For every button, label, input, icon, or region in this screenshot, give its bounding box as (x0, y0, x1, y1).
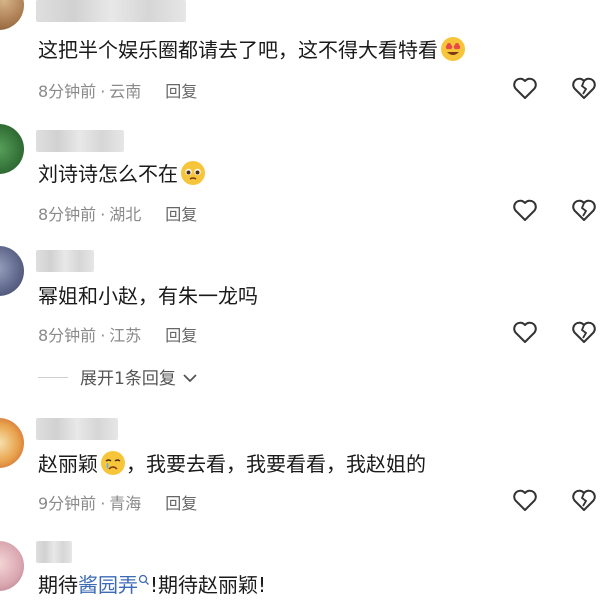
username-blurred (36, 418, 118, 440)
crying-face-emoji-icon (101, 451, 125, 475)
topic-link[interactable]: 酱园弄 (78, 573, 138, 597)
comment-item: 这把半个娱乐圈都请去了吧，这不得大看特看 8分钟前 · 云南 回复 (0, 0, 600, 115)
avatar[interactable] (0, 418, 24, 468)
meta-separator: · (100, 82, 106, 101)
comment-text: 这把半个娱乐圈都请去了吧，这不得大看特看 (38, 36, 466, 64)
comment-location: 云南 (109, 82, 142, 101)
heart-outline-icon[interactable] (511, 74, 539, 102)
broken-heart-icon[interactable] (570, 74, 598, 102)
comment-body-part-b: ，我要去看，我要看看，我赵姐的 (126, 452, 426, 476)
reply-button[interactable]: 回复 (165, 326, 197, 345)
heart-outline-icon[interactable] (511, 486, 539, 514)
comment-item: 刘诗诗怎么不在 8分钟前 · 湖北 回复 (0, 118, 600, 233)
meta-separator: · (100, 494, 106, 513)
expand-divider (38, 377, 68, 378)
broken-heart-icon[interactable] (570, 486, 598, 514)
comment-meta: 9分钟前 · 青海 回复 (38, 490, 197, 514)
username-blurred (36, 250, 94, 272)
comment-time: 8分钟前 (38, 82, 97, 101)
username-blurred (36, 541, 72, 563)
comment-text: 刘诗诗怎么不在 (38, 160, 206, 188)
comment-text: 赵丽颖 ，我要去看，我要看看，我赵姐的 (38, 450, 426, 478)
comment-time: 8分钟前 (38, 205, 97, 224)
broken-heart-icon[interactable] (570, 318, 598, 346)
comment-time: 9分钟前 (38, 494, 97, 513)
expand-replies-label: 展开1条回复 (80, 369, 176, 389)
comment-meta: 8分钟前 · 江苏 回复 (38, 322, 197, 346)
meta-separator: · (100, 205, 106, 224)
comment-time: 8分钟前 (38, 326, 97, 345)
broken-heart-icon[interactable] (570, 196, 598, 224)
reply-button[interactable]: 回复 (165, 205, 197, 224)
username-blurred (36, 130, 124, 152)
comment-body-part-a: 赵丽颖 (38, 452, 98, 476)
comment-body: 刘诗诗怎么不在 (38, 162, 178, 186)
search-icon (138, 574, 149, 585)
comment-location: 江苏 (109, 326, 142, 345)
avatar[interactable] (0, 0, 24, 30)
comment-body: 幂姐和小赵，有朱一龙吗 (38, 284, 258, 308)
chevron-down-icon (183, 374, 197, 383)
heart-outline-icon[interactable] (511, 196, 539, 224)
comment-body-part-a: 期待 (38, 573, 78, 597)
meta-separator: · (100, 326, 106, 345)
reply-button[interactable]: 回复 (165, 494, 197, 513)
heart-outline-icon[interactable] (511, 318, 539, 346)
comment-text: 幂姐和小赵，有朱一龙吗 (38, 282, 258, 310)
comment-item: 赵丽颖 ，我要去看，我要看看，我赵姐的 9分钟前 · 青海 回复 (0, 410, 600, 530)
reply-button[interactable]: 回复 (165, 82, 197, 101)
comment-text: 期待酱园弄 !期待赵丽颖! (38, 571, 266, 599)
heart-eyes-emoji-icon (441, 37, 465, 61)
username-blurred (36, 0, 186, 22)
expand-replies-button[interactable]: 展开1条回复 (38, 364, 197, 389)
avatar[interactable] (0, 541, 24, 591)
comment-location: 青海 (109, 494, 142, 513)
comment-body-part-b: !期待赵丽颖! (150, 573, 267, 597)
comment-body: 这把半个娱乐圈都请去了吧，这不得大看特看 (38, 38, 438, 62)
comment-meta: 8分钟前 · 湖北 回复 (38, 201, 197, 225)
avatar[interactable] (0, 124, 24, 174)
avatar[interactable] (0, 246, 24, 296)
comment-location: 湖北 (109, 205, 142, 224)
pleading-face-emoji-icon (181, 161, 205, 185)
comment-meta: 8分钟前 · 云南 回复 (38, 78, 197, 102)
comment-item: 期待酱园弄 !期待赵丽颖! (0, 535, 600, 603)
